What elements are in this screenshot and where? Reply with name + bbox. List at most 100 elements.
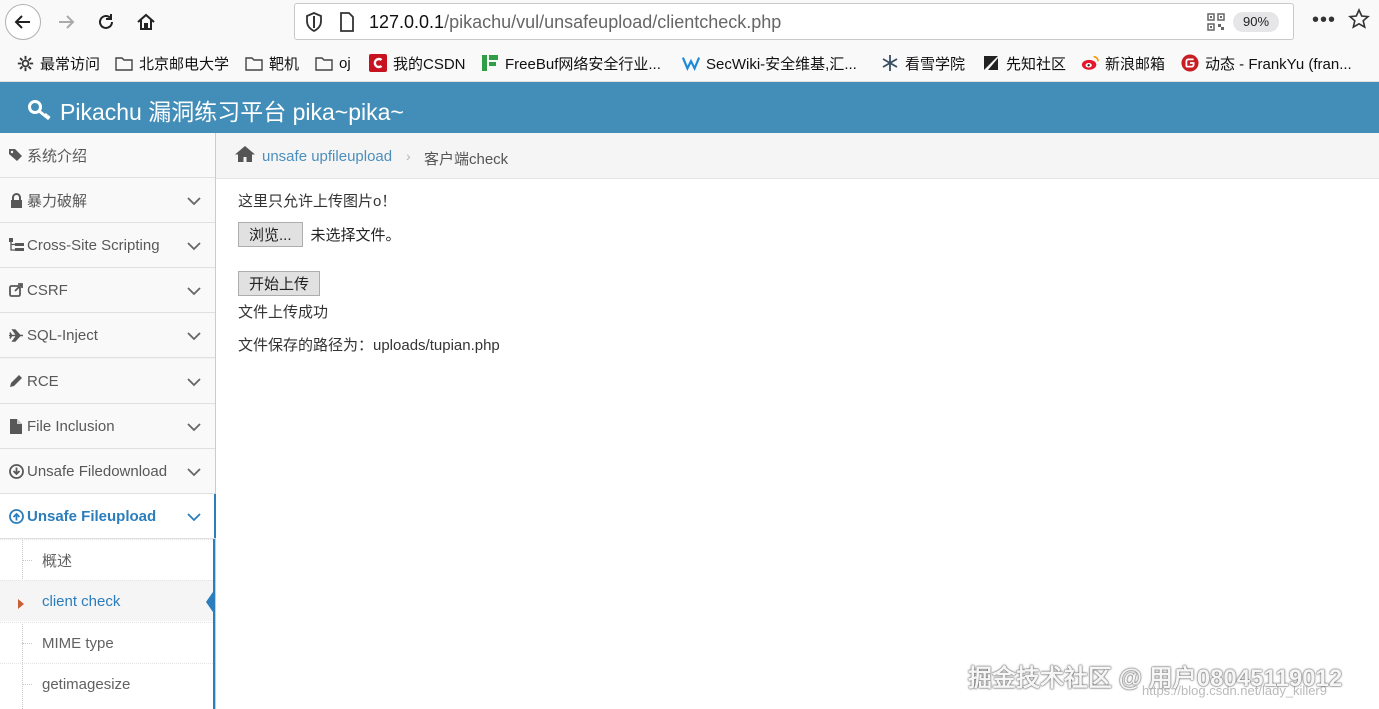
breadcrumb-current: 客户端check (424, 151, 509, 168)
tree-connector (22, 643, 32, 644)
bookmark-label: 北京邮电大学 (139, 55, 230, 73)
app-title[interactable]: Pikachu 漏洞练习平台 pika~pika~ (28, 93, 404, 127)
sidebar-item-label: 暴力破解 (27, 192, 88, 210)
bookmark-item[interactable]: SecWiki-安全维基,汇... (682, 53, 857, 73)
url-host: 127.0.0.1 (369, 12, 445, 32)
shield-icon[interactable] (305, 12, 323, 37)
gitee-icon (1181, 54, 1199, 72)
bookmarks-bar: 最常访问 北京邮电大学 靶机 oj 我的CSDN FreeBuf网络安全行业..… (0, 44, 1379, 82)
bookmark-label: 动态 - FrankYu (fran... (1205, 55, 1352, 73)
home-icon[interactable] (234, 145, 256, 168)
sidebar-item-brute-force[interactable]: 暴力破解 (0, 178, 215, 223)
sidebar: 系统介绍 暴力破解 Cross-Site Scripting CSRF SQL-… (0, 133, 216, 709)
star-icon[interactable] (1348, 8, 1370, 35)
page-actions-menu[interactable]: ••• (1312, 9, 1336, 32)
pencil-icon (8, 374, 24, 388)
sidebar-item-label: CSRF (27, 281, 68, 299)
browser-toolbar: 127.0.0.1/pikachu/vul/unsafeupload/clien… (0, 0, 1379, 44)
browse-button[interactable]: 浏览... (238, 222, 303, 247)
sidebar-item-xss[interactable]: Cross-Site Scripting (0, 223, 215, 268)
submenu-item-label: MIME type (42, 634, 114, 652)
arrow-right-icon (59, 15, 75, 29)
sidebar-item-csrf[interactable]: CSRF (0, 268, 215, 313)
folder-icon (115, 54, 133, 72)
bookmark-item[interactable]: 新浪邮箱 (1081, 53, 1165, 73)
key-icon (28, 99, 52, 121)
fileupload-submenu: 概述 client check MIME type getimagesize (0, 539, 215, 709)
plane-icon (8, 328, 24, 342)
submenu-item-overview[interactable]: 概述 (0, 539, 213, 580)
snowflake-icon (881, 54, 899, 72)
chevron-down-icon (187, 419, 201, 436)
forward-button[interactable] (48, 4, 84, 40)
qrcode-icon[interactable] (1207, 13, 1225, 36)
chevron-down-icon (187, 238, 201, 255)
reload-button[interactable] (88, 4, 124, 40)
submenu-item-label: 概述 (42, 552, 73, 570)
folder-icon (315, 54, 333, 72)
submenu-item-client-check[interactable]: client check (0, 580, 215, 621)
app-title-text: Pikachu 漏洞练习平台 pika~pika~ (60, 99, 404, 125)
sidebar-item-fileupload[interactable]: Unsafe Fileupload (0, 494, 216, 539)
reload-icon (99, 14, 113, 29)
chevron-down-icon (187, 283, 201, 300)
arrow-left-icon (14, 15, 30, 29)
sidebar-item-label: RCE (27, 372, 59, 390)
submenu-item-label: client check (42, 592, 121, 610)
bookmark-label: 我的CSDN (393, 55, 466, 73)
bookmark-folder[interactable]: 北京邮电大学 (115, 53, 229, 73)
xianzhi-icon (982, 54, 1000, 72)
upload-icon (8, 508, 24, 524)
active-indicator (206, 589, 215, 615)
breadcrumb: unsafe upfileupload › 客户端check (216, 133, 1379, 179)
sidebar-item-label: 系统介绍 (27, 147, 88, 165)
bookmark-folder[interactable]: oj (315, 53, 351, 73)
sidebar-item-file-inclusion[interactable]: File Inclusion (0, 404, 215, 449)
url-bar[interactable]: 127.0.0.1/pikachu/vul/unsafeupload/clien… (294, 3, 1294, 40)
home-button[interactable] (128, 4, 164, 40)
sidebar-item-label: Unsafe Fileupload (27, 507, 157, 525)
chevron-down-icon (187, 464, 201, 481)
bookmark-item[interactable]: 看雪学院 (881, 53, 965, 73)
breadcrumb-separator: › (406, 148, 411, 164)
submenu-item-getimagesize[interactable]: getimagesize (0, 663, 213, 704)
bookmark-item[interactable]: FreeBuf网络安全行业... (481, 53, 661, 73)
gear-icon (16, 54, 34, 72)
bookmark-label: 最常访问 (40, 55, 101, 73)
zoom-indicator[interactable]: 90% (1233, 12, 1280, 32)
file-input[interactable]: 浏览... 未选择文件。 (238, 222, 401, 247)
upload-path-message: 文件保存的路径为：uploads/tupian.php (238, 337, 500, 354)
back-button[interactable] (5, 4, 41, 40)
chevron-down-icon (187, 328, 201, 345)
bookmark-folder[interactable]: 靶机 (245, 53, 299, 73)
bookmark-item[interactable]: 动态 - FrankYu (fran... (1181, 53, 1352, 73)
start-upload-button[interactable]: 开始上传 (238, 271, 321, 296)
bookmark-label: 看雪学院 (905, 55, 966, 73)
page-icon[interactable] (339, 12, 355, 37)
tree-connector (22, 560, 32, 561)
bookmark-label: oj (339, 54, 351, 72)
sidebar-item-rce[interactable]: RCE (0, 359, 215, 404)
lock-icon (8, 192, 24, 208)
juejin-watermark: 掘金技术社区 @ 用户08045119012 (968, 665, 1343, 692)
caret-right-icon (18, 596, 24, 613)
csdn-icon (369, 54, 387, 72)
sidebar-item-intro[interactable]: 系统介绍 (0, 133, 215, 178)
bookmark-label: 先知社区 (1006, 55, 1067, 73)
sidebar-item-label: File Inclusion (27, 417, 115, 435)
breadcrumb-parent-link[interactable]: unsafe upfileupload (262, 148, 392, 165)
bookmark-item[interactable]: 我的CSDN (369, 53, 466, 73)
bookmark-item[interactable]: 先知社区 (982, 53, 1066, 73)
sitemap-icon (8, 238, 24, 252)
weibo-icon (1081, 54, 1099, 72)
upload-success-message: 文件上传成功 (238, 304, 329, 321)
submenu-item-mime-type[interactable]: MIME type (0, 622, 213, 663)
url-text[interactable]: 127.0.0.1/pikachu/vul/unsafeupload/clien… (369, 12, 781, 33)
sidebar-item-label: Unsafe Filedownload (27, 462, 168, 480)
bookmark-label: 新浪邮箱 (1105, 55, 1166, 73)
bookmark-label: SecWiki-安全维基,汇... (706, 55, 857, 73)
sidebar-item-filedownload[interactable]: Unsafe Filedownload (0, 449, 215, 494)
bookmark-item[interactable]: 最常访问 (16, 53, 100, 73)
file-icon (8, 418, 24, 434)
sidebar-item-sqli[interactable]: SQL-Inject (0, 313, 215, 358)
